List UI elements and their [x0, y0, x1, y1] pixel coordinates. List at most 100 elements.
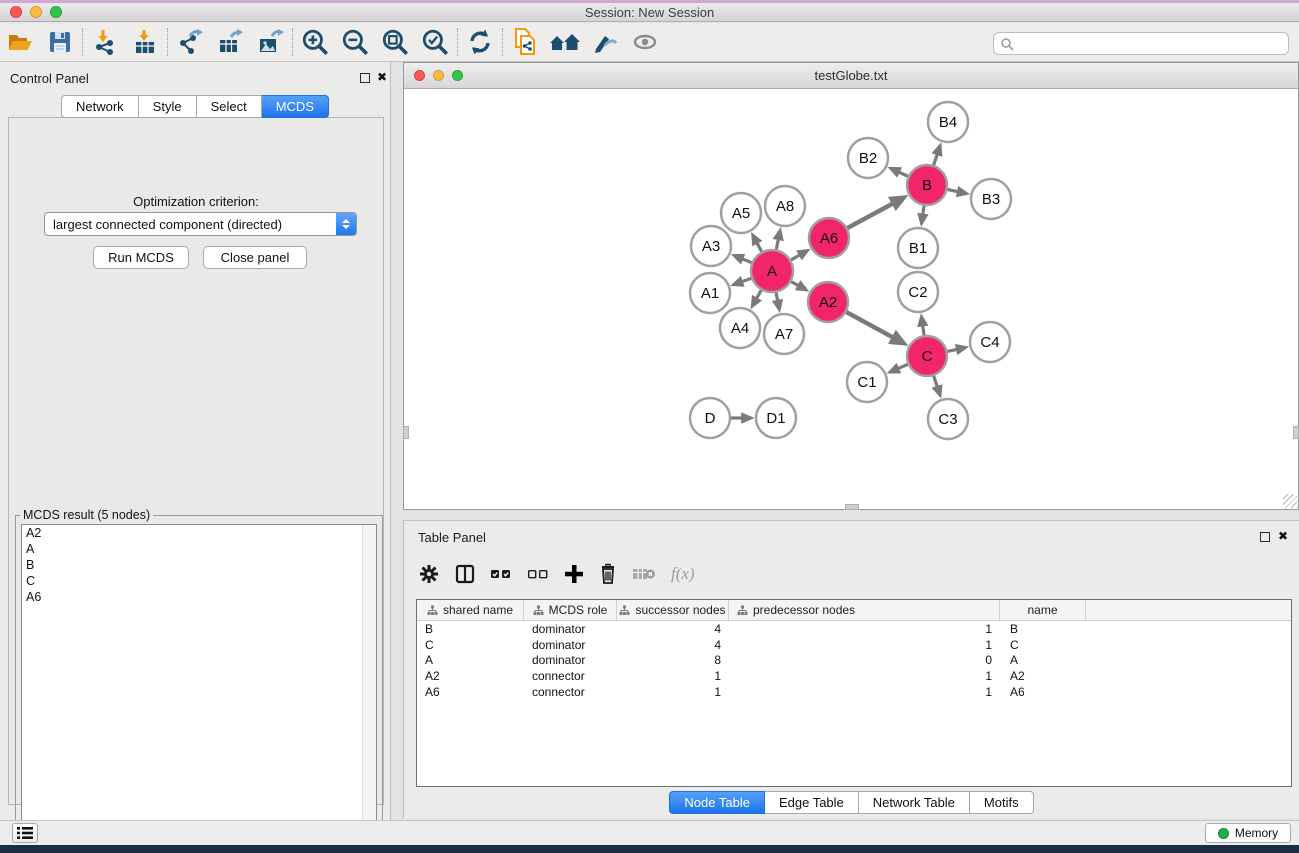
table-cell[interactable]: A2 [1000, 668, 1086, 684]
table-row[interactable]: Adominator80A [417, 653, 1291, 669]
graph-node-B3[interactable]: B3 [971, 179, 1011, 219]
duplicate-network-icon[interactable] [505, 26, 545, 58]
graph-node-A4[interactable]: A4 [720, 308, 760, 348]
table-cell[interactable]: 1 [729, 637, 1000, 653]
window-resize-grip[interactable] [1283, 494, 1297, 508]
zoom-selected-icon[interactable] [415, 26, 455, 58]
table-cell[interactable]: dominator [524, 653, 617, 669]
homes-icon[interactable] [545, 26, 585, 58]
table-tab-motifs[interactable]: Motifs [970, 791, 1034, 814]
table-cell[interactable]: A6 [1000, 684, 1086, 700]
table-cell[interactable]: connector [524, 668, 617, 684]
close-panel-icon[interactable]: ✖ [377, 70, 387, 84]
window-right-handle[interactable] [1293, 426, 1299, 439]
graph-node-C[interactable]: C [907, 336, 947, 376]
table-cell[interactable]: C [1000, 637, 1086, 653]
refresh-icon[interactable] [460, 26, 500, 58]
graph-node-B2[interactable]: B2 [848, 138, 888, 178]
export-network-icon[interactable] [170, 26, 210, 58]
graph-node-A1[interactable]: A1 [690, 273, 730, 313]
table-cell[interactable]: connector [524, 684, 617, 700]
show-details-eye-icon[interactable] [625, 26, 665, 58]
hide-annotations-icon[interactable] [585, 26, 625, 58]
tab-select[interactable]: Select [197, 95, 262, 118]
result-list-scrollbar[interactable] [362, 525, 376, 841]
window-left-handle[interactable] [403, 426, 409, 439]
search-field[interactable] [993, 32, 1289, 55]
edge-A-A8[interactable] [776, 239, 778, 250]
optimization-criterion-dropdown[interactable]: largest connected component (directed) [44, 212, 357, 236]
edge-B-B3[interactable] [948, 189, 959, 191]
task-history-button[interactable] [12, 823, 38, 843]
open-file-icon[interactable] [0, 26, 40, 58]
table-cell[interactable]: 0 [729, 653, 1000, 669]
select-all-icon[interactable] [490, 561, 512, 587]
table-close-icon[interactable]: ✖ [1278, 529, 1288, 543]
graph-node-A8[interactable]: A8 [765, 186, 805, 226]
result-item[interactable]: A6 [22, 589, 376, 605]
table-cell[interactable]: A6 [417, 684, 524, 700]
graph-node-C2[interactable]: C2 [898, 272, 938, 312]
table-cell[interactable]: 4 [617, 637, 729, 653]
edge-C-C3[interactable] [934, 376, 938, 387]
export-image-icon[interactable] [250, 26, 290, 58]
table-cell[interactable]: 1 [617, 668, 729, 684]
window-bottom-handle[interactable] [845, 504, 859, 510]
table-row[interactable]: A2connector11A2 [417, 668, 1291, 684]
graph-node-B4[interactable]: B4 [928, 102, 968, 142]
edge-A-A2[interactable] [791, 282, 798, 286]
table-row[interactable]: Cdominator41C [417, 637, 1291, 653]
add-column-icon[interactable] [564, 561, 584, 587]
column-header-MCDS-role[interactable]: MCDS role [524, 600, 617, 620]
table-cell[interactable]: 1 [729, 621, 1000, 637]
graph-node-A7[interactable]: A7 [764, 314, 804, 354]
search-input[interactable] [1018, 37, 1288, 51]
table-tab-network-table[interactable]: Network Table [859, 791, 970, 814]
column-header-predecessor-nodes[interactable]: predecessor nodes [729, 600, 1000, 620]
zoom-fit-icon[interactable] [375, 26, 415, 58]
close-panel-button[interactable]: Close panel [203, 246, 307, 269]
column-header-shared-name[interactable]: shared name [417, 600, 524, 620]
edge-B-B2[interactable] [898, 172, 907, 176]
edge-A-A7[interactable] [776, 293, 778, 301]
graph-node-B1[interactable]: B1 [898, 228, 938, 268]
table-cell[interactable]: C [417, 637, 524, 653]
table-cell[interactable]: A [417, 653, 524, 669]
graph-node-A[interactable]: A [751, 250, 793, 292]
edge-B-B1[interactable] [923, 206, 924, 215]
graph-node-A6[interactable]: A6 [809, 218, 849, 258]
graph-node-D[interactable]: D [690, 398, 730, 438]
graph-node-D1[interactable]: D1 [756, 398, 796, 438]
column-header-name[interactable]: name [1000, 600, 1086, 620]
result-item[interactable]: C [22, 573, 376, 589]
edge-C-C2[interactable] [923, 325, 924, 335]
table-cell[interactable]: 1 [617, 684, 729, 700]
network-window-titlebar[interactable]: testGlobe.txt [404, 63, 1298, 89]
edge-A-A3[interactable] [742, 259, 752, 263]
table-tab-node-table[interactable]: Node Table [669, 791, 765, 814]
tab-mcds[interactable]: MCDS [262, 95, 329, 118]
table-cell[interactable]: A [1000, 653, 1086, 669]
dropdown-stepper-icon[interactable] [336, 213, 356, 235]
table-row[interactable]: A6connector11A6 [417, 684, 1291, 700]
result-item[interactable]: B [22, 557, 376, 573]
table-cell[interactable]: 1 [729, 668, 1000, 684]
run-mcds-button[interactable]: Run MCDS [93, 246, 189, 269]
edge-A-A1[interactable] [742, 278, 752, 281]
table-cell[interactable]: B [417, 621, 524, 637]
column-header-successor-nodes[interactable]: successor nodes [617, 600, 729, 620]
edge-C-C4[interactable] [947, 349, 957, 351]
graph-node-A3[interactable]: A3 [691, 226, 731, 266]
network-canvas[interactable]: B4B2BB3A5A8A6A3B1AA1C2A2A4A7C4CC1C3DD1 [405, 89, 1297, 508]
graph-node-C1[interactable]: C1 [847, 362, 887, 402]
tab-style[interactable]: Style [139, 95, 197, 118]
graph-node-A2[interactable]: A2 [808, 282, 848, 322]
edge-A2-C[interactable] [846, 312, 893, 338]
edge-C-C1[interactable] [898, 364, 908, 368]
gear-icon[interactable] [418, 561, 440, 587]
graph-node-A5[interactable]: A5 [721, 193, 761, 233]
edge-A-A4[interactable] [756, 290, 761, 299]
memory-button[interactable]: Memory [1205, 823, 1291, 843]
delete-column-icon[interactable] [599, 561, 617, 587]
zoom-in-icon[interactable] [295, 26, 335, 58]
